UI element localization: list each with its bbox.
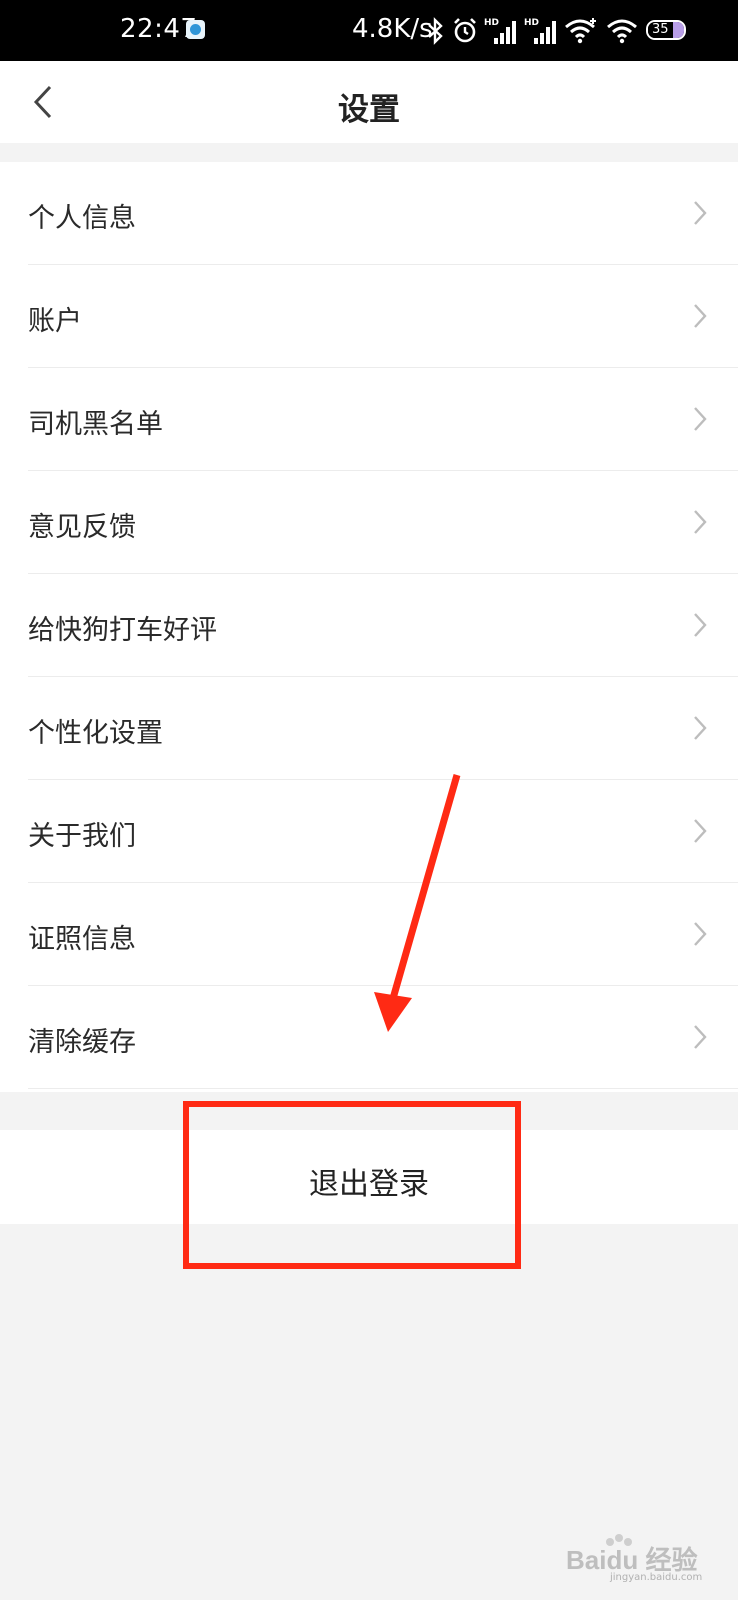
menu-item-label: 账户 — [28, 306, 82, 337]
menu-item-label: 司机黑名单 — [28, 409, 163, 440]
status-icons: HD HD 35 — [424, 16, 716, 46]
chevron-right-icon — [694, 819, 707, 843]
chevron-right-icon — [694, 922, 707, 946]
menu-item-label: 个性化设置 — [28, 718, 163, 749]
alarm-icon — [454, 18, 476, 43]
menu-item-personalization[interactable]: 个性化设置 — [0, 677, 738, 780]
menu-item-label: 个人信息 — [28, 203, 136, 234]
chevron-right-icon — [694, 716, 707, 740]
chevron-right-icon — [694, 510, 707, 534]
bluetooth-icon — [428, 17, 443, 45]
menu-item-label: 意见反馈 — [28, 512, 136, 543]
menu-item-account[interactable]: 账户 — [0, 265, 738, 368]
chevron-right-icon — [694, 1025, 707, 1049]
chevron-right-icon — [694, 304, 707, 328]
status-bar: 22:47 4.8K/s HD HD 35 — [0, 0, 738, 61]
annotation-highlight-box — [183, 1101, 521, 1269]
page-title: 设置 — [338, 92, 400, 128]
menu-item-label: 给快狗打车好评 — [28, 615, 217, 646]
menu-item-personal-info[interactable]: 个人信息 — [0, 162, 738, 265]
chevron-right-icon — [694, 407, 707, 431]
battery-icon: 35 — [646, 20, 686, 40]
menu-item-label: 关于我们 — [28, 821, 136, 852]
menu-item-label: 证照信息 — [28, 924, 136, 955]
wifi-icon — [607, 19, 637, 44]
wifi-icon — [565, 18, 596, 44]
battery-level: 35 — [652, 22, 669, 37]
menu-item-licenses[interactable]: 证照信息 — [0, 883, 738, 986]
app-notification-icon — [186, 20, 205, 39]
annotation-arrow — [374, 774, 461, 1032]
chevron-right-icon — [694, 201, 707, 225]
hd-signal-icon: HD — [524, 18, 556, 44]
settings-menu: 个人信息 账户 司机黑名单 意见反馈 给快狗打车好评 个性化设置 关于我们 证照… — [0, 162, 738, 1092]
menu-item-driver-blacklist[interactable]: 司机黑名单 — [0, 368, 738, 471]
chevron-right-icon — [694, 613, 707, 637]
menu-item-clear-cache[interactable]: 清除缓存 — [0, 986, 738, 1089]
watermark-url: jingyan.baidu.com — [610, 1572, 703, 1583]
divider — [28, 1088, 738, 1089]
header: 设置 — [0, 61, 738, 143]
svg-text:HD: HD — [484, 18, 499, 28]
svg-text:HD: HD — [524, 18, 539, 28]
hd-signal-icon: HD — [484, 18, 516, 44]
network-speed: 4.8K/s — [352, 14, 433, 44]
menu-item-label: 清除缓存 — [28, 1027, 136, 1058]
menu-item-rate-app[interactable]: 给快狗打车好评 — [0, 574, 738, 677]
menu-item-feedback[interactable]: 意见反馈 — [0, 471, 738, 574]
menu-item-about-us[interactable]: 关于我们 — [0, 780, 738, 883]
